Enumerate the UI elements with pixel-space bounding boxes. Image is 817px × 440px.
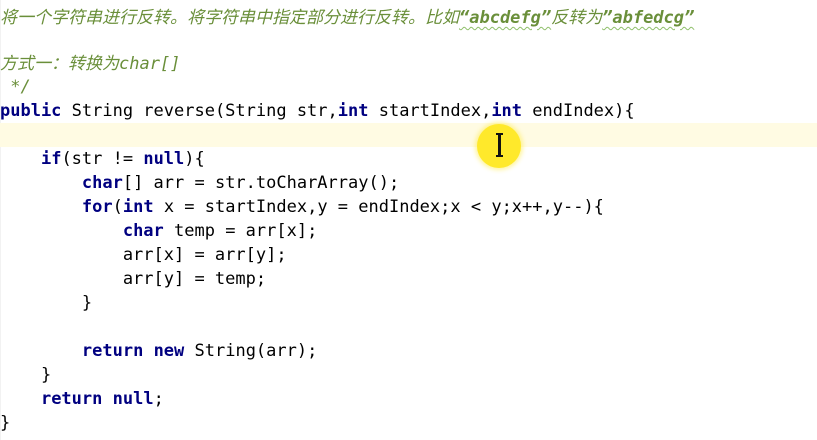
code-text: } <box>0 293 93 313</box>
code-line-swap-1[interactable]: arr[x] = arr[y]; <box>0 243 817 267</box>
comment-text: 反转为 <box>551 8 603 28</box>
code-line-return-new[interactable]: return new String(arr); <box>0 339 817 363</box>
code-text: temp = arr[x]; <box>163 221 318 241</box>
comment-close: */ <box>0 77 31 97</box>
comment-example-input: “abcdefg” <box>459 8 552 28</box>
code-text: ( <box>112 197 123 217</box>
comment-line-3: 方式一：转换为char[] <box>0 52 817 76</box>
code-editor[interactable]: 将一个字符串进行反转。将字符串中指定部分进行反转。比如“abcdefg”反转为”… <box>0 0 817 440</box>
text-cursor-icon <box>496 133 503 157</box>
code-line-for-close[interactable]: } <box>0 291 817 315</box>
code-line-if[interactable]: if(str != null){ <box>0 147 817 171</box>
code-line-return-null[interactable]: return null; <box>0 387 817 411</box>
code-text: endIndex){ <box>522 101 635 121</box>
code-line-for[interactable]: for(int x = startIndex,y = endIndex;x < … <box>0 195 817 219</box>
code-line-temp[interactable]: char temp = arr[x]; <box>0 219 817 243</box>
code-text: [] arr = str.toCharArray(); <box>122 173 400 193</box>
code-line-method-signature[interactable]: public String reverse(String str,int sta… <box>0 99 817 123</box>
code-text: } <box>0 365 52 385</box>
code-text: arr[x] = arr[y]; <box>0 245 287 265</box>
code-text: startIndex, <box>368 101 492 121</box>
code-text: x = startIndex,y = endIndex;x < y;x++,y-… <box>153 197 604 217</box>
keyword: public <box>0 101 62 121</box>
keyword: return <box>40 389 103 409</box>
comment-example-output: ”abfedcg” <box>602 8 695 28</box>
code-text: arr[y] = temp; <box>0 269 267 289</box>
code-line-current[interactable] <box>0 123 817 147</box>
code-text: (str != <box>61 149 144 169</box>
comment-line-4: */ <box>0 75 817 99</box>
keyword: char <box>81 173 123 193</box>
comment-line-1: 将一个字符串进行反转。将字符串中指定部分进行反转。比如“abcdefg”反转为”… <box>0 6 817 30</box>
code-line-swap-2[interactable]: arr[y] = temp; <box>0 267 817 291</box>
keyword: if <box>40 149 62 169</box>
keyword: null <box>143 149 185 169</box>
comment-text: 方式一：转换为char[] <box>0 54 181 74</box>
code-text: ; <box>153 389 164 409</box>
keyword: char <box>122 221 164 241</box>
code-line-if-close[interactable]: } <box>0 363 817 387</box>
keyword: new <box>153 341 185 361</box>
code-text: ){ <box>184 149 205 169</box>
keyword: int <box>337 101 369 121</box>
code-text: } <box>0 413 11 433</box>
keyword: int <box>122 197 154 217</box>
keyword: return <box>81 341 144 361</box>
comment-text: 将一个字符串进行反转。将字符串中指定部分进行反转。比如 <box>0 8 459 28</box>
keyword: null <box>112 389 154 409</box>
code-line-method-close[interactable]: } <box>0 411 817 435</box>
keyword: for <box>81 197 113 217</box>
code-line-char-array[interactable]: char[] arr = str.toCharArray(); <box>0 171 817 195</box>
code-text: String reverse(String str, <box>61 101 338 121</box>
code-text: String(arr); <box>184 341 318 361</box>
keyword: int <box>491 101 523 121</box>
